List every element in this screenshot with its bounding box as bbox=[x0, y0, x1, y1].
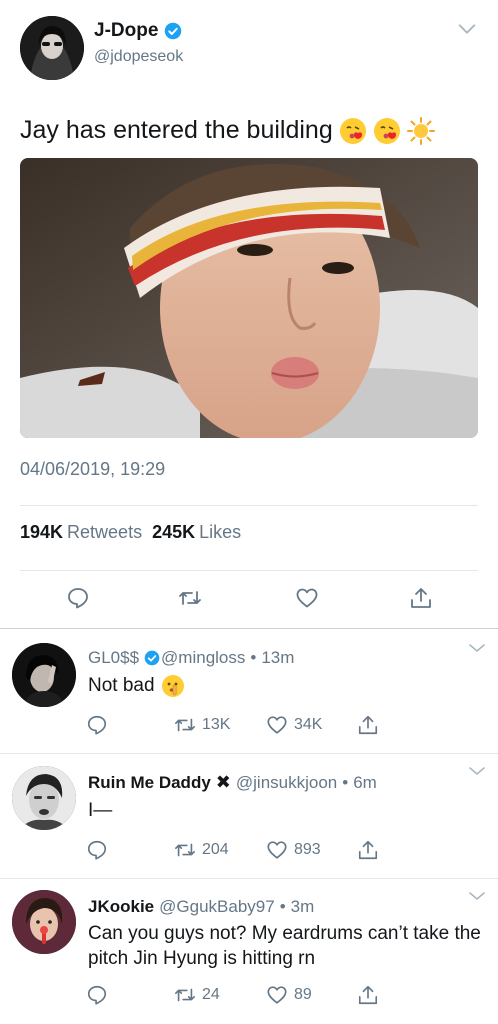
retweet-button[interactable]: 24 bbox=[174, 984, 220, 1006]
retweet-icon bbox=[175, 843, 195, 857]
reply-button[interactable] bbox=[86, 984, 108, 1006]
reply-text: Can you guys not? My eardrums can’t take… bbox=[88, 923, 481, 969]
like-icon[interactable] bbox=[295, 586, 319, 610]
divider bbox=[20, 570, 478, 571]
like-button[interactable]: 34K bbox=[266, 714, 322, 736]
chevron-down-icon[interactable] bbox=[456, 18, 478, 40]
chevron-down-icon[interactable] bbox=[468, 764, 486, 778]
reply-time: 6m bbox=[353, 772, 377, 792]
reply-author-name[interactable]: GL0$$ bbox=[88, 648, 139, 668]
reply-tweet[interactable]: Ruin Me Daddy ✖ @jinsukkjoon • 6m I— 204… bbox=[0, 754, 498, 878]
main-tweet: J-Dope @jdopeseok Jay has entered the bu… bbox=[0, 0, 498, 628]
share-button[interactable] bbox=[357, 839, 379, 861]
reply-avatar[interactable] bbox=[12, 766, 76, 830]
chevron-down-icon[interactable] bbox=[468, 641, 486, 655]
like-icon bbox=[267, 841, 287, 859]
main-author-name-text[interactable]: J-Dope bbox=[94, 20, 158, 42]
reply-button[interactable] bbox=[86, 714, 108, 736]
kiss-emoji-icon bbox=[339, 117, 367, 145]
reply-author-handle[interactable]: @GgukBaby97 bbox=[159, 897, 275, 917]
like-button[interactable]: 89 bbox=[266, 984, 312, 1006]
like-count: 34K bbox=[294, 716, 323, 733]
tweet-photo[interactable] bbox=[20, 158, 478, 438]
retweet-count: 204 bbox=[202, 841, 229, 858]
reply-author-name[interactable]: JKookie bbox=[88, 897, 154, 917]
reply-header: Ruin Me Daddy ✖ @jinsukkjoon • 6m bbox=[88, 772, 377, 793]
retweet-count: 24 bbox=[202, 986, 220, 1003]
likes-label: Likes bbox=[199, 522, 242, 542]
retweets-stat[interactable]: 194K Retweets bbox=[20, 522, 142, 543]
main-author-avatar[interactable] bbox=[20, 16, 84, 80]
kiss-emoji-icon bbox=[373, 117, 401, 145]
reply-icon bbox=[87, 715, 107, 735]
tweet-timestamp: 04/06/2019, 19:29 bbox=[20, 459, 166, 479]
like-count: 893 bbox=[294, 841, 321, 858]
reply-text: I— bbox=[88, 800, 113, 821]
share-icon bbox=[358, 985, 378, 1005]
sun-emoji-icon bbox=[406, 116, 435, 145]
reply-header: JKookie @GgukBaby97 • 3m bbox=[88, 897, 314, 917]
cross-mark-icon: ✖ bbox=[215, 772, 231, 792]
share-button[interactable] bbox=[357, 984, 379, 1006]
retweet-count: 13K bbox=[202, 716, 231, 733]
share-button[interactable] bbox=[357, 714, 379, 736]
share-icon bbox=[358, 715, 378, 735]
retweet-icon bbox=[175, 988, 195, 1002]
tweet-text: Jay has entered the building bbox=[20, 116, 435, 145]
like-button[interactable]: 893 bbox=[266, 839, 321, 861]
share-icon bbox=[358, 840, 378, 860]
tweet-stats: 194K Retweets 245K Likes bbox=[20, 522, 241, 543]
reply-time: 13m bbox=[261, 648, 295, 667]
reply-actions: 13K 34K bbox=[0, 714, 498, 738]
likes-count: 245K bbox=[152, 522, 196, 542]
like-icon bbox=[267, 986, 287, 1004]
main-author-handle[interactable]: @jdopeseok bbox=[94, 48, 183, 66]
reply-icon bbox=[87, 840, 107, 860]
reply-tweet[interactable]: GL0$$ @mingloss • 13m Not bad 13K 34K bbox=[0, 629, 498, 753]
reply-author-handle[interactable]: @mingloss bbox=[161, 648, 245, 668]
reply-icon[interactable] bbox=[66, 586, 90, 610]
verified-icon bbox=[164, 22, 182, 40]
separator-dot: • bbox=[342, 772, 349, 792]
reply-time: 3m bbox=[290, 897, 315, 916]
reply-avatar[interactable] bbox=[12, 643, 76, 707]
reply-tweet[interactable]: JKookie @GgukBaby97 • 3m Can you guys no… bbox=[0, 879, 498, 1024]
chevron-down-icon[interactable] bbox=[468, 889, 486, 903]
retweet-icon[interactable] bbox=[178, 586, 202, 610]
divider bbox=[20, 505, 478, 506]
like-icon bbox=[267, 716, 287, 734]
retweets-count: 194K bbox=[20, 522, 64, 542]
main-author-name[interactable]: J-Dope bbox=[94, 20, 182, 42]
like-count: 89 bbox=[294, 986, 312, 1003]
shushing-face-emoji-icon bbox=[161, 674, 185, 698]
tweet-text-content: Jay has entered the building bbox=[20, 116, 333, 144]
reply-icon bbox=[87, 985, 107, 1005]
retweet-button[interactable]: 204 bbox=[174, 839, 229, 861]
main-tweet-actions bbox=[0, 586, 498, 612]
retweet-icon bbox=[175, 718, 195, 732]
reply-author-handle[interactable]: @jinsukkjoon bbox=[236, 773, 337, 793]
separator-dot: • bbox=[279, 897, 286, 916]
reply-actions: 204 893 bbox=[0, 839, 498, 863]
reply-text: Not bad bbox=[88, 673, 488, 698]
likes-stat[interactable]: 245K Likes bbox=[152, 522, 241, 543]
reply-author-name[interactable]: Ruin Me Daddy bbox=[88, 773, 211, 793]
verified-icon bbox=[144, 650, 160, 666]
reply-header: GL0$$ @mingloss • 13m bbox=[88, 648, 294, 668]
separator-dot: • bbox=[250, 648, 257, 667]
reply-actions: 24 89 bbox=[0, 984, 498, 1008]
retweet-button[interactable]: 13K bbox=[174, 714, 230, 736]
reply-text-content: Not bad bbox=[88, 675, 155, 696]
share-icon[interactable] bbox=[409, 586, 433, 610]
reply-button[interactable] bbox=[86, 839, 108, 861]
reply-avatar[interactable] bbox=[12, 890, 76, 954]
retweets-label: Retweets bbox=[67, 522, 143, 542]
